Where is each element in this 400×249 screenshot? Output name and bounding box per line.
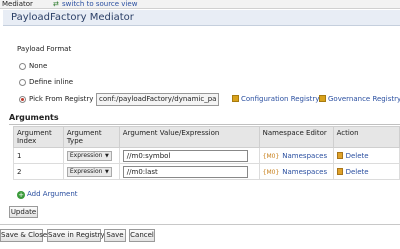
update-button[interactable]: Update	[9, 206, 38, 218]
delete-link[interactable]: Delete	[346, 168, 369, 176]
radio-button[interactable]	[19, 79, 26, 86]
table-row: 1 Expression ▼ //m0:symbol {M0} Namespaces…	[13, 147, 400, 164]
registry-icon	[319, 95, 326, 102]
table-row: 2 Expression ▼ //m0:last {M0} Namespaces D…	[13, 163, 400, 180]
table-header-row: Argument Index Argument Type Argument Va…	[13, 126, 400, 148]
namespaces-link[interactable]: Namespaces	[282, 152, 327, 160]
add-argument-label: Add Argument	[27, 190, 78, 198]
footer-divider	[0, 224, 400, 225]
registry-key-input[interactable]: conf:/payloadFactory/dynamic_pa	[96, 93, 219, 106]
governance-registry-link[interactable]: Governance Registry	[319, 95, 400, 103]
arguments-section-title: Arguments	[9, 113, 59, 122]
add-argument-link[interactable]: + Add Argument	[17, 190, 78, 199]
mediator-tab[interactable]: Mediator	[2, 0, 33, 8]
column-header: Action	[332, 126, 400, 148]
save-in-registry-button[interactable]: Save in Registry	[47, 229, 105, 242]
column-header: Argument Index	[13, 126, 64, 148]
argument-index: 2	[13, 163, 64, 180]
plus-icon: +	[17, 191, 25, 199]
column-header: Argument Value/Expression	[118, 126, 260, 148]
argument-type-value: Expression	[69, 167, 103, 175]
top-bar: Mediator ⇄ switch to source view	[0, 0, 400, 9]
switch-view-icon[interactable]: ⇄	[53, 1, 60, 8]
argument-type-select[interactable]: Expression ▼	[66, 166, 112, 177]
argument-type-value: Expression	[69, 151, 103, 159]
column-header: Argument Type	[62, 126, 120, 148]
column-header: Namespace Editor	[258, 126, 334, 148]
argument-value-input[interactable]: //m0:last	[122, 165, 248, 178]
namespace-icon: {M0}	[262, 152, 280, 160]
radio-label: Define inline	[29, 78, 74, 86]
cancel-button[interactable]: Cancel	[129, 229, 155, 242]
chevron-down-icon: ▼	[105, 152, 109, 159]
payload-format-label: Payload Format	[17, 45, 72, 53]
radio-label: None	[29, 62, 48, 70]
trash-icon[interactable]	[336, 151, 343, 159]
delete-link[interactable]: Delete	[346, 152, 369, 160]
radio-label: Pick From Registry	[29, 95, 94, 103]
radio-button[interactable]	[19, 63, 26, 70]
namespaces-link[interactable]: Namespaces	[282, 168, 327, 176]
section-divider	[9, 124, 400, 125]
argument-type-select[interactable]: Expression ▼	[66, 150, 112, 161]
switch-to-source-link[interactable]: switch to source view	[62, 0, 137, 8]
trash-icon[interactable]	[336, 167, 343, 175]
chevron-down-icon: ▼	[105, 168, 109, 175]
namespace-icon: {M0}	[262, 168, 280, 176]
radio-button-selected[interactable]	[19, 96, 26, 103]
arguments-table: Argument Index Argument Type Argument Va…	[13, 126, 400, 180]
configuration-registry-label: Configuration Registry	[241, 95, 320, 103]
argument-value-input[interactable]: //m0:symbol	[122, 149, 248, 162]
governance-registry-label: Governance Registry	[328, 95, 400, 103]
page-title: PayloadFactory Mediator	[11, 12, 134, 23]
save-button[interactable]: Save	[104, 229, 126, 242]
registry-icon	[232, 95, 239, 102]
save-close-button[interactable]: Save & Close	[0, 229, 47, 242]
page-header: PayloadFactory Mediator	[3, 10, 400, 26]
configuration-registry-link[interactable]: Configuration Registry	[232, 95, 319, 103]
argument-index: 1	[13, 147, 64, 164]
